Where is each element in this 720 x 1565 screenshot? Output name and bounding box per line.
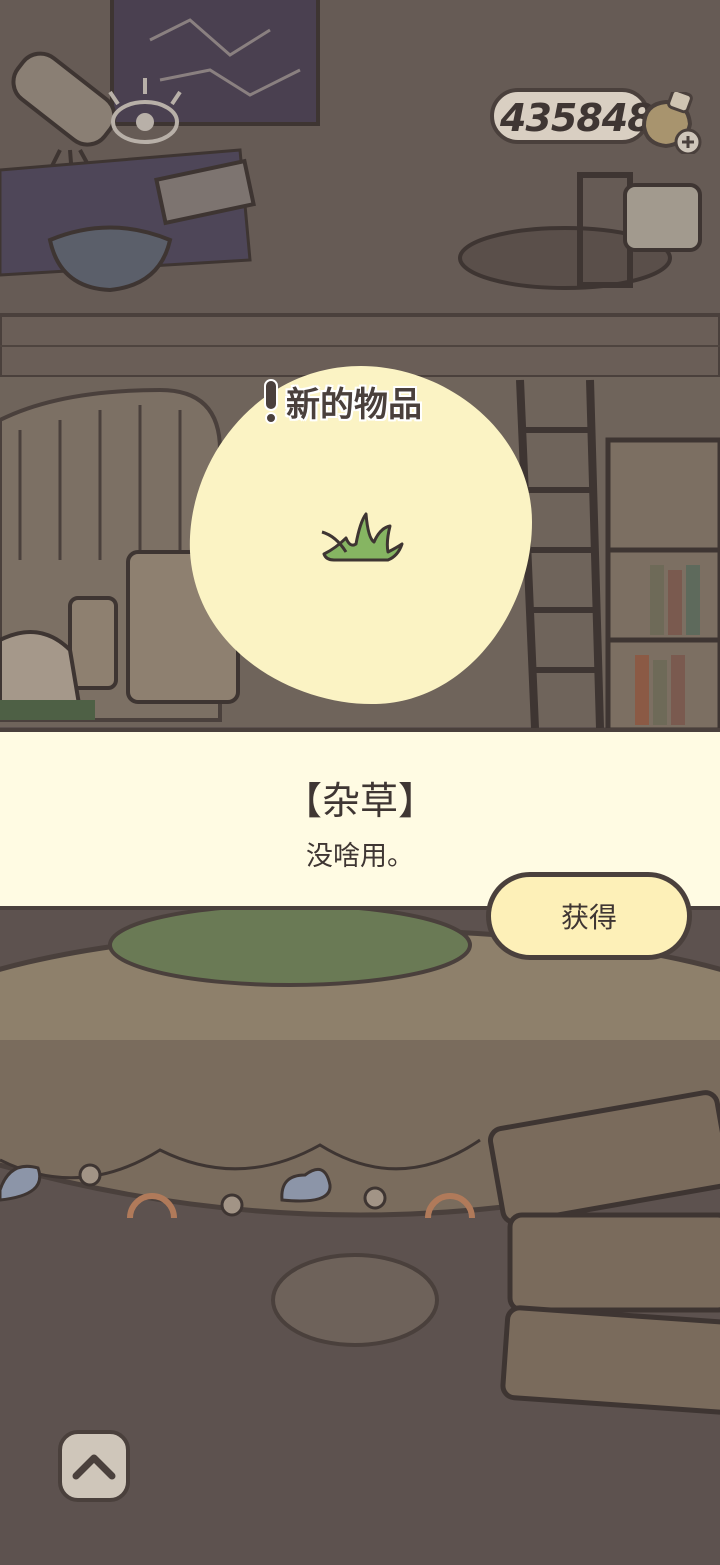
clover-pot-plus-icon[interactable]	[636, 92, 706, 154]
chevron-up-icon	[72, 1454, 116, 1480]
exclamation-icon	[264, 379, 278, 424]
weed-grass-icon	[321, 512, 404, 562]
item-description: 没啥用。	[306, 841, 414, 872]
item-name: 【杂草】	[283, 779, 436, 823]
popup-title-text: 新的物品	[286, 384, 422, 425]
obtain-button-label: 获得	[560, 901, 617, 934]
obtain-button[interactable]: 获得	[486, 872, 692, 960]
game-screen: 435848 新的物品 【杂草】 没啥用。 获得	[0, 0, 720, 1565]
scroll-up-button[interactable]	[58, 1430, 130, 1502]
popup-title: 新的物品	[262, 376, 422, 426]
coin-count: 435848	[500, 96, 654, 140]
